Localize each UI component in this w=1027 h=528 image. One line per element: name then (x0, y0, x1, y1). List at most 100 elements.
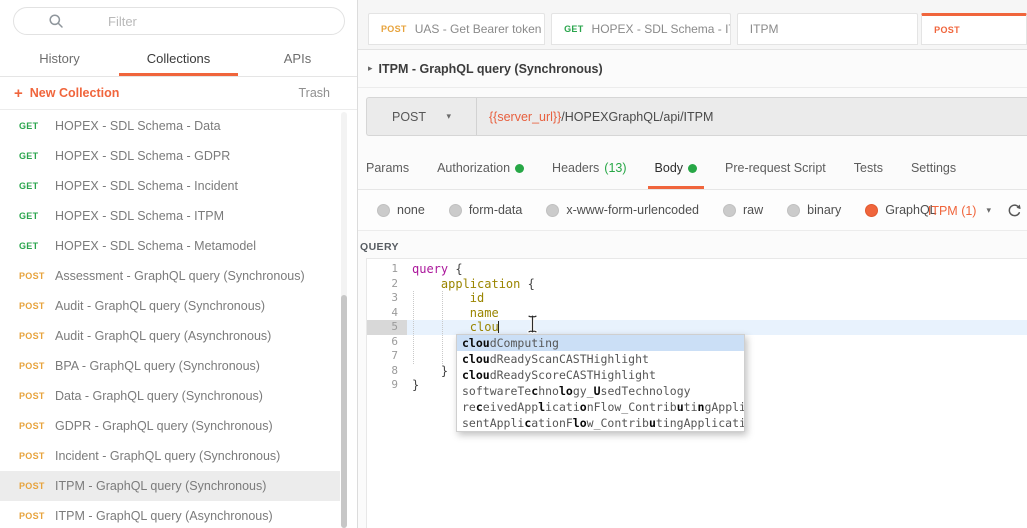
indent-guide (413, 291, 414, 364)
body-type-binary[interactable]: binary (787, 203, 841, 217)
open-tab-3[interactable]: ITPM (737, 13, 918, 45)
body-type-right-controls: ITPM (1) ▾ (928, 190, 1022, 231)
tab-settings[interactable]: Settings (911, 161, 956, 189)
method-badge: GET (19, 121, 55, 131)
tab-tests[interactable]: Tests (854, 161, 883, 189)
code-line-1[interactable]: 1query { (367, 262, 1027, 277)
collection-request-item[interactable]: POSTIncident - GraphQL query (Synchronou… (0, 441, 340, 471)
collection-request-item[interactable]: GETHOPEX - SDL Schema - Data (0, 111, 340, 141)
code-text: name (407, 306, 1027, 321)
headers-count: (13) (604, 161, 626, 175)
collection-request-item[interactable]: POSTAudit - GraphQL query (Synchronous) (0, 291, 340, 321)
request-name: HOPEX - SDL Schema - GDPR (55, 149, 230, 163)
sidebar-scrollbar-thumb[interactable] (341, 295, 347, 528)
tab-label: Body (655, 161, 684, 175)
url-input[interactable]: {{server_url}}/HOPEXGraphQL/api/ITPM (477, 98, 1027, 135)
body-type-radios: none form-data x-www-form-urlencoded raw bin… (377, 203, 937, 217)
refresh-schema-button[interactable] (1007, 203, 1022, 218)
text-caret (498, 321, 500, 333)
request-name: HOPEX - SDL Schema - ITPM (55, 209, 224, 223)
graphql-schema-select[interactable]: ITPM (1) ▾ (928, 204, 991, 218)
collection-request-item[interactable]: POSTAssessment - GraphQL query (Synchron… (0, 261, 340, 291)
body-type-form-data[interactable]: form-data (449, 203, 523, 217)
code-line-3[interactable]: 3 id (367, 291, 1027, 306)
text-cursor-pointer (526, 314, 539, 334)
new-collection-label: New Collection (30, 86, 120, 100)
autocomplete-item[interactable]: sentApplicationFlow_ContributingApplicat… (457, 415, 744, 431)
autocomplete-item[interactable]: cloudComputing (457, 335, 744, 351)
status-dot (688, 164, 697, 173)
method-badge: POST (19, 391, 55, 401)
body-type-graphql[interactable]: GraphQL (865, 203, 936, 217)
radio-icon (865, 204, 878, 217)
line-number: 8 (367, 364, 407, 379)
tab-params[interactable]: Params (366, 161, 409, 189)
request-name: ITPM - GraphQL query (Asynchronous) (55, 509, 273, 523)
collection-request-item[interactable]: GETHOPEX - SDL Schema - ITPM (0, 201, 340, 231)
trash-button[interactable]: Trash (299, 86, 331, 100)
tab-pre-request-script[interactable]: Pre-request Script (725, 161, 826, 189)
schema-select-label: ITPM (1) (928, 204, 977, 218)
code-text: application { (407, 277, 1027, 292)
collection-request-item[interactable]: POSTAudit - GraphQL query (Asynchronous) (0, 321, 340, 351)
url-bar: POST ▾ {{server_url}}/HOPEXGraphQL/api/I… (366, 97, 1027, 136)
collection-request-item[interactable]: POSTITPM - GraphQL query (Asynchronous) (0, 501, 340, 528)
code-line-4[interactable]: 4 name (367, 306, 1027, 321)
tab-headers[interactable]: Headers(13) (552, 161, 626, 189)
body-type-label: binary (807, 203, 841, 217)
collection-request-item[interactable]: GETHOPEX - SDL Schema - GDPR (0, 141, 340, 171)
line-number: 7 (367, 349, 407, 364)
search-icon (48, 13, 64, 29)
body-type-x-www-form-urlencoded[interactable]: x-www-form-urlencoded (546, 203, 699, 217)
open-tab-2[interactable]: GETHOPEX - SDL Schema - ITPM (551, 13, 731, 45)
body-type-raw[interactable]: raw (723, 203, 763, 217)
body-type-row: none form-data x-www-form-urlencoded raw bin… (358, 190, 1027, 231)
line-number: 9 (367, 378, 407, 393)
collection-request-item[interactable]: GETHOPEX - SDL Schema - Incident (0, 171, 340, 201)
method-badge: POST (19, 331, 55, 341)
tab-body[interactable]: Body (655, 161, 698, 189)
sidebar-tab-collections[interactable]: Collections (119, 44, 238, 76)
search-input[interactable] (108, 14, 308, 29)
method-badge: POST (19, 421, 55, 431)
collection-actions: + New Collection Trash (0, 77, 357, 110)
url-path: /HOPEXGraphQL/api/ITPM (561, 110, 713, 124)
tab-method-badge: POST (381, 24, 407, 34)
request-name: BPA - GraphQL query (Synchronous) (55, 359, 260, 373)
collection-request-item[interactable]: POSTBPA - GraphQL query (Synchronous) (0, 351, 340, 381)
code-line-2[interactable]: 2 application { (367, 277, 1027, 292)
new-collection-button[interactable]: + New Collection (14, 86, 119, 101)
method-badge: GET (19, 241, 55, 251)
body-type-label: x-www-form-urlencoded (566, 203, 699, 217)
collection-request-item[interactable]: POSTData - GraphQL query (Synchronous) (0, 381, 340, 411)
url-variable: {{server_url}} (489, 110, 561, 124)
body-type-none[interactable]: none (377, 203, 425, 217)
code-text: id (407, 291, 1027, 306)
autocomplete-item[interactable]: cloudReadyScanCASTHighlight (457, 351, 744, 367)
autocomplete-item[interactable]: receivedApplicationFlow_ContributingAppl… (457, 399, 744, 415)
request-tabs: Params Authorization Headers(13) Body Pre-re… (358, 137, 1027, 190)
request-name: HOPEX - SDL Schema - Data (55, 119, 221, 133)
collection-request-item[interactable]: POSTGDPR - GraphQL query (Synchronous) (0, 411, 340, 441)
autocomplete-item[interactable]: cloudReadyScoreCASTHighlight (457, 367, 744, 383)
collapse-arrow-icon[interactable]: ▸ (368, 63, 373, 74)
tab-label: Params (366, 161, 409, 175)
request-title: ITPM - GraphQL query (Synchronous) (379, 62, 603, 76)
postman-app: HistoryCollectionsAPIs + New Collection … (0, 0, 1027, 528)
code-line-5[interactable]: 5 clou (367, 320, 1027, 335)
open-tab-1[interactable]: POSTUAS - Get Bearer token (368, 13, 545, 45)
tab-authorization[interactable]: Authorization (437, 161, 524, 189)
status-dot (515, 164, 524, 173)
line-number: 4 (367, 306, 407, 321)
filter-box[interactable] (13, 7, 345, 35)
collection-request-item[interactable]: POSTITPM - GraphQL query (Synchronous) (0, 471, 340, 501)
sidebar-tab-apis[interactable]: APIs (238, 44, 357, 76)
collection-request-item[interactable]: GETHOPEX - SDL Schema - Metamodel (0, 231, 340, 261)
autocomplete-item[interactable]: softwareTechnology_UsedTechnology (457, 383, 744, 399)
indent-guide (442, 291, 443, 364)
body-type-label: form-data (469, 203, 523, 217)
method-select[interactable]: POST ▾ (367, 98, 477, 135)
sidebar-tab-history[interactable]: History (0, 44, 119, 76)
open-tab-4[interactable]: POST (921, 13, 1027, 45)
radio-icon (449, 204, 462, 217)
